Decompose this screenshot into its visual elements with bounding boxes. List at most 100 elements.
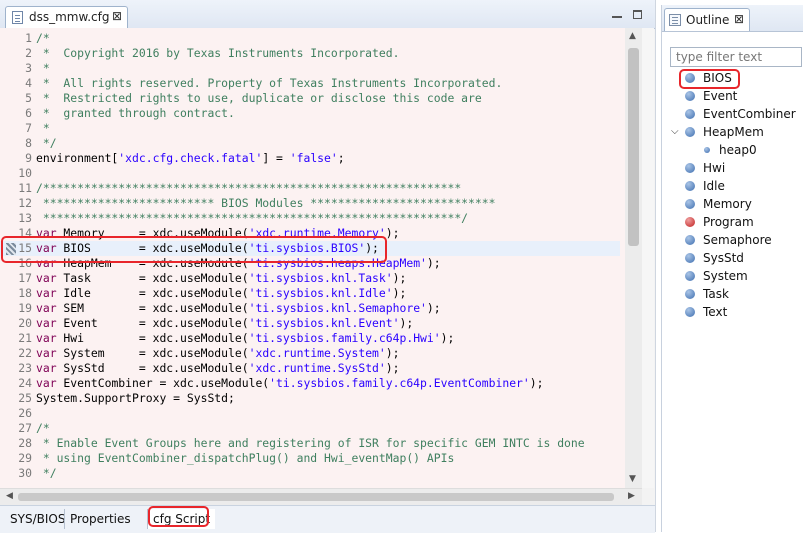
- outline-item-label: Program: [703, 215, 754, 229]
- module-dot-blue-icon: [685, 109, 695, 119]
- code-line[interactable]: 23 var SysStd = xdc.useModule('xdc.runtim…: [0, 361, 620, 376]
- outline-item-text[interactable]: Text: [662, 303, 792, 321]
- code-line[interactable]: 8 */: [0, 136, 620, 151]
- close-tab-icon[interactable]: ⊠: [112, 9, 122, 23]
- outline-item-memory[interactable]: Memory: [662, 195, 792, 213]
- overview-ruler[interactable]: [642, 28, 654, 488]
- outline-item-task[interactable]: Task: [662, 285, 792, 303]
- code-line[interactable]: 18 var Idle = xdc.useModule('ti.sysbios.k…: [0, 286, 620, 301]
- line-number: 17: [18, 271, 32, 285]
- filter-input[interactable]: type filter text: [670, 47, 802, 67]
- maximize-icon[interactable]: [633, 10, 642, 19]
- outline-item-hwi[interactable]: Hwi: [662, 159, 792, 177]
- code-line[interactable]: 12 ************************* BIOS Module…: [0, 196, 620, 211]
- line-number: 7: [25, 121, 32, 135]
- code-line[interactable]: 11 /*************************************…: [0, 181, 620, 196]
- code-line[interactable]: 24 var EventCombiner = xdc.useModule('ti.…: [0, 376, 620, 391]
- outline-item-label: SysStd: [703, 251, 744, 265]
- code-line[interactable]: 10: [0, 166, 620, 181]
- code-line[interactable]: 7 *: [0, 121, 620, 136]
- close-outline-icon[interactable]: ⊠: [734, 12, 744, 26]
- outline-tab[interactable]: Outline ⊠: [664, 8, 750, 31]
- outline-tab-bar: Outline ⊠: [662, 5, 803, 32]
- h-scroll-thumb[interactable]: [18, 493, 614, 501]
- code-line[interactable]: 6 * granted through contract.: [0, 106, 620, 121]
- editor-tab-bar: dss_mmw.cfg ⊠: [0, 0, 655, 29]
- outline-item-eventcombiner[interactable]: EventCombiner: [662, 105, 796, 123]
- minimize-icon[interactable]: [612, 16, 622, 18]
- module-dot-blue-icon: [685, 73, 695, 83]
- line-number: 20: [18, 316, 32, 330]
- scroll-right-icon[interactable]: ▶: [628, 491, 635, 501]
- instance-dot-icon: [704, 147, 710, 153]
- scroll-thumb[interactable]: [628, 48, 639, 246]
- code-line[interactable]: 22 var System = xdc.useModule('xdc.runtim…: [0, 346, 620, 361]
- code-line[interactable]: 5 * Restricted rights to use, duplicate …: [0, 91, 620, 106]
- editor-tab-dss-mmw-cfg[interactable]: dss_mmw.cfg ⊠: [5, 6, 128, 28]
- outline-item-heapmem[interactable]: ⌵ HeapMem: [662, 123, 792, 141]
- outline-item-sysstd[interactable]: SysStd: [662, 249, 792, 267]
- code-line[interactable]: 17 var Task = xdc.useModule('ti.sysbios.k…: [0, 271, 620, 286]
- outline-icon: [669, 14, 681, 26]
- code-line[interactable]: 15 var BIOS = xdc.useModule('ti.sysbios.B…: [0, 241, 620, 256]
- outline-item-bios[interactable]: BIOS: [662, 69, 792, 87]
- outline-item-semaphore[interactable]: Semaphore: [662, 231, 792, 249]
- chevron-down-icon[interactable]: ⌵: [671, 123, 679, 141]
- code-text: var BIOS = xdc.useModule('ti.sysbios.BIO…: [36, 241, 379, 255]
- module-dot-blue-icon: [685, 253, 695, 263]
- outline-item-idle[interactable]: Idle: [662, 177, 792, 195]
- code-text: */: [36, 136, 57, 150]
- tab-sys-bios[interactable]: SYS/BIOS: [5, 509, 70, 529]
- line-number: 23: [18, 361, 32, 375]
- module-dot-blue-icon: [685, 127, 695, 137]
- line-number: 15: [18, 241, 32, 255]
- outline-item-program[interactable]: Program: [662, 213, 792, 231]
- line-number: 19: [18, 301, 32, 315]
- code-text: var Hwi = xdc.useModule('ti.sysbios.fami…: [36, 331, 455, 345]
- code-line[interactable]: 30 */: [0, 466, 620, 481]
- line-number: 14: [18, 226, 32, 240]
- code-line[interactable]: 9 environment['xdc.cfg.check.fatal'] = 'f…: [0, 151, 620, 166]
- code-text: var Task = xdc.useModule('ti.sysbios.knl…: [36, 271, 407, 285]
- code-text: var Memory = xdc.useModule('xdc.runtime.…: [36, 226, 400, 240]
- code-line[interactable]: 20 var Event = xdc.useModule('ti.sysbios.…: [0, 316, 620, 331]
- code-line[interactable]: 21 var Hwi = xdc.useModule('ti.sysbios.fa…: [0, 331, 620, 346]
- code-line[interactable]: 19 var SEM = xdc.useModule('ti.sysbios.kn…: [0, 301, 620, 316]
- code-editor[interactable]: 1/* 2 * Copyright 2016 by Texas Instrumen…: [0, 28, 625, 488]
- outline-item-label: BIOS: [703, 71, 732, 85]
- module-dot-blue-icon: [685, 271, 695, 281]
- horizontal-scrollbar[interactable]: ◀ ▶: [0, 488, 642, 505]
- tab-properties[interactable]: Properties: [64, 509, 136, 529]
- outline-item-label: Event: [703, 89, 738, 103]
- code-line[interactable]: 2 * Copyright 2016 by Texas Instruments …: [0, 46, 620, 61]
- module-dot-blue-icon: [685, 163, 695, 173]
- line-number: 12: [18, 196, 32, 210]
- code-line[interactable]: 26: [0, 406, 620, 421]
- scroll-up-icon[interactable]: ▲: [629, 31, 636, 41]
- scroll-left-icon[interactable]: ◀: [6, 491, 13, 501]
- code-line[interactable]: 14 var Memory = xdc.useModule('xdc.runtim…: [0, 226, 620, 241]
- code-line[interactable]: 25 System.SupportProxy = SysStd;: [0, 391, 620, 406]
- module-dot-blue-icon: [685, 181, 695, 191]
- code-line[interactable]: 16 var HeapMem = xdc.useModule('ti.sysbio…: [0, 256, 620, 271]
- code-line[interactable]: 29 * using EventCombiner_dispatchPlug() …: [0, 451, 620, 466]
- code-text: * Enable Event Groups here and registeri…: [36, 436, 585, 450]
- code-line[interactable]: 27 /*: [0, 421, 620, 436]
- tab-cfg-script[interactable]: cfg Script: [147, 509, 216, 529]
- module-dot-blue-icon: [685, 199, 695, 209]
- code-line[interactable]: 13 *************************************…: [0, 211, 620, 226]
- outline-item-heap0[interactable]: heap0: [662, 141, 792, 159]
- code-line[interactable]: 3 *: [0, 61, 620, 76]
- outline-item-event[interactable]: Event: [662, 87, 792, 105]
- scroll-down-icon[interactable]: ▼: [629, 474, 636, 484]
- line-number: 11: [18, 181, 32, 195]
- code-line[interactable]: 28 * Enable Event Groups here and regist…: [0, 436, 620, 451]
- code-line[interactable]: 4 * All rights reserved. Property of Tex…: [0, 76, 620, 91]
- code-text: * Restricted rights to use, duplicate or…: [36, 91, 482, 105]
- code-line[interactable]: 1 /*: [0, 31, 620, 46]
- outline-item-system[interactable]: System: [662, 267, 792, 285]
- line-number: 5: [25, 91, 32, 105]
- line-number: 27: [18, 421, 32, 435]
- module-dot-blue-icon: [685, 289, 695, 299]
- vertical-scrollbar[interactable]: ▲ ▼: [625, 28, 642, 488]
